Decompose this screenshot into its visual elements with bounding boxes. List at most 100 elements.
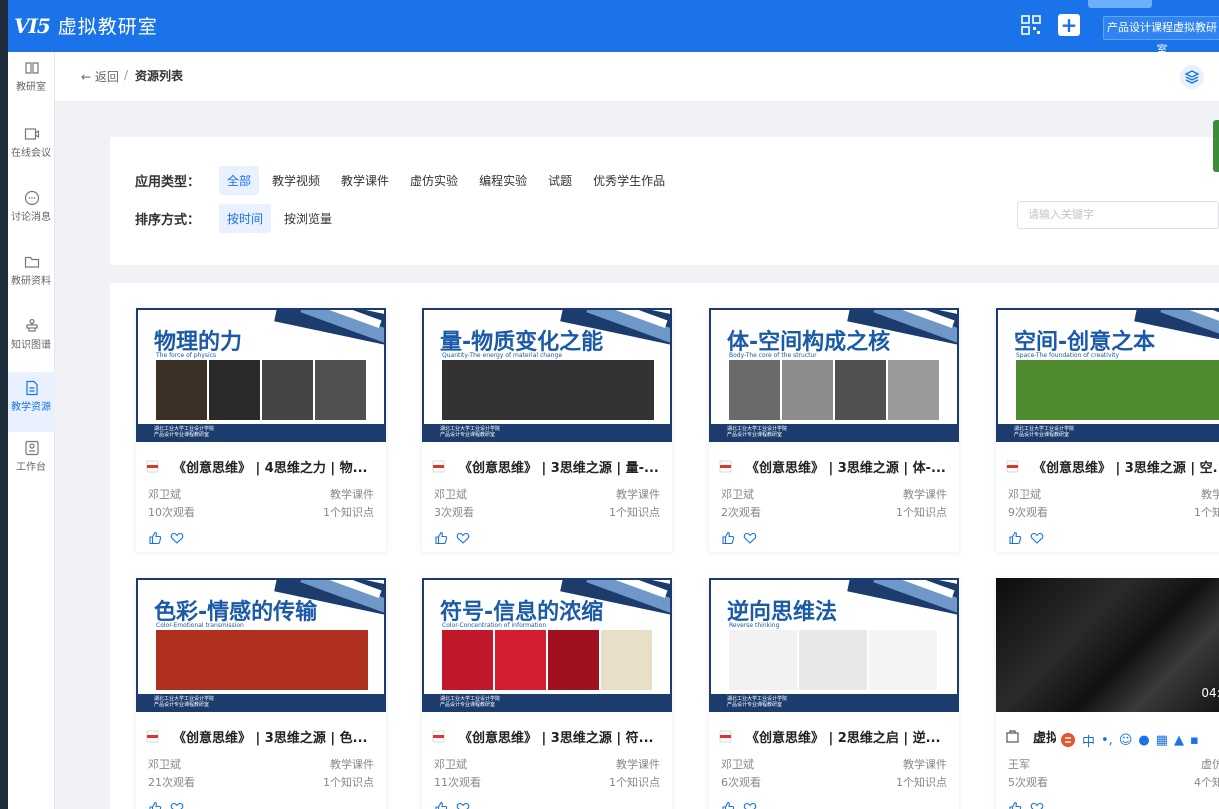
sidebar-item-label: 教学资源 <box>11 402 51 413</box>
chat-icon <box>24 190 39 206</box>
sort-option-views[interactable]: 按浏览量 <box>276 204 340 233</box>
like-icon[interactable] <box>721 531 735 545</box>
favorite-heart-icon[interactable] <box>456 801 470 809</box>
like-icon[interactable] <box>721 801 735 809</box>
ime-toolbar[interactable]: 中 •, ☺ ● ▦ ▲ ▪ <box>1056 727 1219 753</box>
type-option-programming[interactable]: 编程实验 <box>471 166 535 195</box>
resource-card[interactable]: 04:24 虚拟 王军 虚仿实 5次观看 4个知识 <box>996 578 1219 809</box>
resource-card[interactable]: 物理的力 The force of physics 湖北工业大学工业设计学院 产… <box>136 308 386 552</box>
thumbnail-subtitle: Space-The foundation of creativity <box>1016 352 1120 359</box>
ime-grid-icon: ▪ <box>1190 732 1199 748</box>
like-icon[interactable] <box>434 801 448 809</box>
resource-author: 邓卫斌 <box>148 488 181 501</box>
resource-title[interactable]: 《创意思维》 | 3思维之源 | 量-... <box>432 457 662 476</box>
back-link[interactable]: ← 返回 <box>81 68 119 85</box>
ppt-file-icon <box>432 460 445 473</box>
resource-type: 教学课件 <box>330 758 374 771</box>
courseware-thumbnail[interactable]: 逆向思维法 Reverse thinking 湖北工业大学工业设计学院 产品设计… <box>709 578 959 712</box>
favorite-heart-icon[interactable] <box>743 531 757 545</box>
sidebar-item-workbench[interactable]: 工作台 <box>8 432 55 492</box>
workbench-icon <box>24 440 39 456</box>
sort-row: 排序方式： 按时间 按浏览量 <box>135 204 345 233</box>
favorite-heart-icon[interactable] <box>1030 801 1044 809</box>
thumbnail-subtitle: Reverse thinking <box>729 622 780 629</box>
thumbnail-images <box>442 630 652 690</box>
resource-title[interactable]: 《创意思维》 | 3思维之源 | 色... <box>146 727 376 746</box>
resource-title[interactable]: 《创意思维》 | 3思维之源 | 空... <box>1006 457 1219 476</box>
add-icon[interactable]: + <box>1058 14 1080 36</box>
search-input[interactable]: 请输入关键字 <box>1017 201 1219 229</box>
resource-author: 邓卫斌 <box>721 488 754 501</box>
thumbnail-images <box>156 630 368 690</box>
side-tab[interactable] <box>1213 120 1219 172</box>
knowledge-point-count: 1个知识点 <box>609 776 660 789</box>
favorite-heart-icon[interactable] <box>1030 531 1044 545</box>
type-option-student-work[interactable]: 优秀学生作品 <box>585 166 673 195</box>
courseware-thumbnail[interactable]: 物理的力 The force of physics 湖北工业大学工业设计学院 产… <box>136 308 386 442</box>
like-icon[interactable] <box>1008 531 1022 545</box>
resource-author: 邓卫斌 <box>148 758 181 771</box>
sidebar-item-knowledge-graph[interactable]: 知识图谱 <box>8 310 55 370</box>
video-icon <box>24 128 39 140</box>
resource-card[interactable]: 色彩-情感的传输 Color-Emotional transmission 湖北… <box>136 578 386 809</box>
resource-type: 虚仿实 <box>1201 758 1219 771</box>
sort-option-time[interactable]: 按时间 <box>219 204 272 233</box>
thumbnail-subtitle: Color-Concentration of information <box>442 622 547 629</box>
sidebar-item-online-meeting[interactable]: 在线会议 <box>8 118 55 178</box>
video-duration: 04:24 <box>1201 686 1219 700</box>
like-icon[interactable] <box>434 531 448 545</box>
favorite-heart-icon[interactable] <box>456 531 470 545</box>
sidebar-item-discussion[interactable]: 讨论消息 <box>8 182 55 242</box>
type-option-courseware[interactable]: 教学课件 <box>333 166 397 195</box>
thumbnail-subtitle: Quantity-The energy of material change <box>442 352 563 359</box>
thumbnail-image <box>799 630 867 690</box>
thumbnail-subtitle: Color-Emotional transmission <box>156 622 244 629</box>
qr-code-icon[interactable] <box>1021 15 1041 35</box>
sidebar-item-research-materials[interactable]: 教研资料 <box>8 246 55 306</box>
favorite-heart-icon[interactable] <box>170 801 184 809</box>
like-icon[interactable] <box>148 531 162 545</box>
sidebar-item-label: 讨论消息 <box>11 212 51 223</box>
video-thumbnail[interactable]: 04:24 <box>996 578 1219 712</box>
resource-title[interactable]: 《创意思维》 | 3思维之源 | 符... <box>432 727 662 746</box>
like-icon[interactable] <box>1008 801 1022 809</box>
courseware-thumbnail[interactable]: 符号-信息的浓缩 Color-Concentration of informat… <box>422 578 672 712</box>
sidebar-item-teaching-resources[interactable]: 教学资源 <box>8 372 55 432</box>
courseware-thumbnail[interactable]: 量-物质变化之能 Quantity-The energy of material… <box>422 308 672 442</box>
thumbnail-footer-text: 湖北工业大学工业设计学院 产品设计专业课程教研室 <box>154 426 215 438</box>
resource-title[interactable]: 《创意思维》 | 4思维之力 | 物... <box>146 457 376 476</box>
courseware-thumbnail[interactable]: 空间-创意之本 Space-The foundation of creativi… <box>996 308 1219 442</box>
thumbnail-footer-text: 湖北工业大学工业设计学院 产品设计专业课程教研室 <box>154 696 215 708</box>
resource-card[interactable]: 量-物质变化之能 Quantity-The energy of material… <box>422 308 672 552</box>
courseware-thumbnail[interactable]: 体-空间构成之核 Body-The core of the structur 湖… <box>709 308 959 442</box>
type-option-all[interactable]: 全部 <box>219 166 260 195</box>
thumbnail-footer-text: 湖北工业大学工业设计学院 产品设计专业课程教研室 <box>727 426 788 438</box>
resource-title-text: 《创意思维》 | 4思维之力 | 物... <box>173 461 368 476</box>
resource-title[interactable]: 《创意思维》 | 3思维之源 | 体-... <box>719 457 949 476</box>
resource-card[interactable]: 体-空间构成之核 Body-The core of the structur 湖… <box>709 308 959 552</box>
card-actions <box>1008 801 1044 809</box>
course-switch-button[interactable]: 产品设计课程虚拟教研室 <box>1103 16 1219 56</box>
resource-card[interactable]: 逆向思维法 Reverse thinking 湖北工业大学工业设计学院 产品设计… <box>709 578 959 809</box>
favorite-heart-icon[interactable] <box>743 801 757 809</box>
resource-card[interactable]: 符号-信息的浓缩 Color-Concentration of informat… <box>422 578 672 809</box>
app-logo[interactable]: VI5 虚拟教研室 <box>14 12 158 39</box>
resource-author: 邓卫斌 <box>721 758 754 771</box>
thumbnail-image <box>888 360 939 420</box>
like-icon[interactable] <box>148 801 162 809</box>
thumbnail-subtitle: Body-The core of the structur <box>729 352 817 359</box>
resource-card[interactable]: 空间-创意之本 Space-The foundation of creativi… <box>996 308 1219 552</box>
sidebar-item-teaching-room[interactable]: 教研室 <box>8 52 55 112</box>
resource-type: 教学课件 <box>616 488 660 501</box>
layers-button[interactable] <box>1180 65 1204 89</box>
courseware-thumbnail[interactable]: 色彩-情感的传输 Color-Emotional transmission 湖北… <box>136 578 386 712</box>
thumbnail-footer: 湖北工业大学工业设计学院 产品设计专业课程教研室 <box>424 424 670 440</box>
thumbnail-footer: 湖北工业大学工业设计学院 产品设计专业课程教研室 <box>711 694 957 710</box>
type-option-simulation[interactable]: 虚仿实验 <box>402 166 466 195</box>
type-option-exam[interactable]: 试题 <box>540 166 580 195</box>
thumbnail-footer-text: 湖北工业大学工业设计学院 产品设计专业课程教研室 <box>440 696 501 708</box>
favorite-heart-icon[interactable] <box>170 531 184 545</box>
type-option-video[interactable]: 教学视频 <box>264 166 328 195</box>
resource-title[interactable]: 《创意思维》 | 2思维之启 | 逆... <box>719 727 949 746</box>
view-count: 6次观看 <box>721 776 761 789</box>
